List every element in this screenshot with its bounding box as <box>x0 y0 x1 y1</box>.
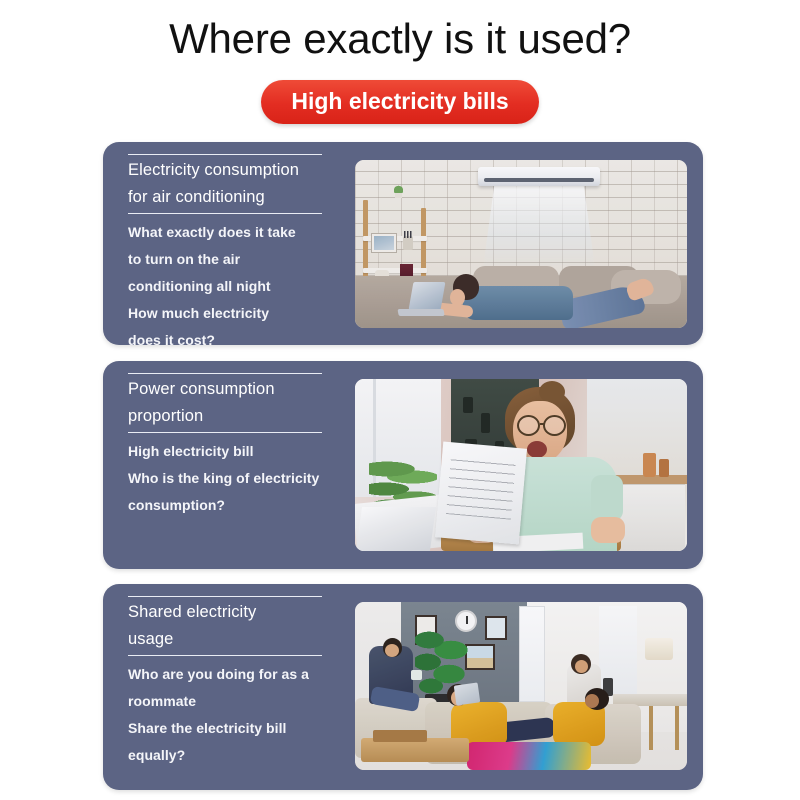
card-body-line: does it cost? <box>128 332 215 345</box>
card-air-conditioning[interactable]: Electricity consumption for air conditio… <box>103 142 703 345</box>
card-text-block: Power consumption proportion High electr… <box>103 361 355 519</box>
card-body-line: consumption? <box>128 497 226 513</box>
card-shared-usage[interactable]: Shared electricity usage Who are you doi… <box>103 584 703 790</box>
card-text-block: Shared electricity usage Who are you doi… <box>103 584 355 769</box>
status-badge: High electricity bills <box>261 80 539 124</box>
card-body-line: What exactly does it take <box>128 224 296 240</box>
card-photo-shared-usage <box>355 602 687 770</box>
card-body-line: Share the electricity bill <box>128 720 287 736</box>
card-body: Who are you doing for as a roommate Shar… <box>128 661 343 769</box>
card-body-line: High electricity bill <box>128 443 254 459</box>
card-title: Power consumption proportion <box>128 373 322 433</box>
card-body-line: to turn on the air <box>128 251 241 267</box>
card-body-line: conditioning all night <box>128 278 271 294</box>
page-title: Where exactly is it used? <box>169 15 631 62</box>
infographic-page: Where exactly is it used? High electrici… <box>0 0 800 800</box>
card-list: Electricity consumption for air conditio… <box>103 142 703 790</box>
card-text-block: Electricity consumption for air conditio… <box>103 142 355 345</box>
card-title: Shared electricity usage <box>128 596 322 656</box>
card-body-line: Who is the king of electricity <box>128 470 320 486</box>
card-title: Electricity consumption for air conditio… <box>128 154 322 214</box>
card-title-line-2: usage <box>128 630 174 648</box>
card-body-line: roommate <box>128 693 197 709</box>
card-title-line-2: proportion <box>128 407 204 425</box>
card-body-line: equally? <box>128 747 186 763</box>
card-body: What exactly does it take to turn on the… <box>128 219 343 345</box>
card-power-proportion[interactable]: Power consumption proportion High electr… <box>103 361 703 569</box>
card-title-line-1: Electricity consumption <box>128 161 300 179</box>
card-body-line: How much electricity <box>128 305 270 321</box>
card-title-line-2: for air conditioning <box>128 188 265 206</box>
card-body-line: Who are you doing for as a <box>128 666 309 682</box>
card-photo-power-proportion <box>355 379 687 551</box>
badge-container: High electricity bills <box>0 80 800 124</box>
card-photo-air-conditioning <box>355 160 687 328</box>
card-title-line-1: Power consumption <box>128 380 275 398</box>
card-title-line-1: Shared electricity <box>128 603 257 621</box>
card-body: High electricity bill Who is the king of… <box>128 438 343 519</box>
